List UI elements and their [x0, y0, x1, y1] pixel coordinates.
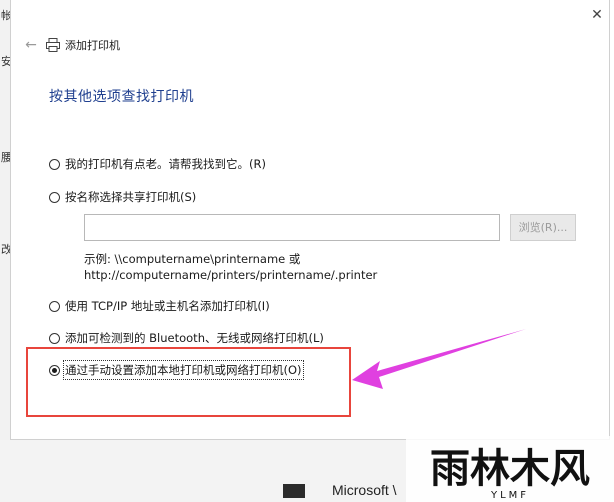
- option-label: 我的打印机有点老。请帮我找到它。(R): [65, 157, 266, 171]
- printer-icon: [46, 38, 60, 52]
- taskbar-app-label[interactable]: Microsoft \: [332, 482, 397, 498]
- option-tcpip-hostname[interactable]: 使用 TCP/IP 地址或主机名添加打印机(I): [49, 298, 270, 314]
- page-heading: 按其他选项查找打印机: [49, 89, 194, 105]
- option-label: 添加可检测到的 Bluetooth、无线或网络打印机(L): [65, 331, 324, 345]
- highlight-annotation-box: [26, 347, 351, 417]
- dialog-title: 添加打印机: [65, 39, 120, 52]
- radio-button[interactable]: [49, 158, 60, 170]
- close-button[interactable]: ✕: [586, 6, 608, 24]
- example-path-line-2: http://computername/printers/printername…: [84, 268, 378, 282]
- svg-text:YLMF: YLMF: [490, 490, 529, 501]
- annotation-arrow-icon: [352, 329, 526, 389]
- option-bluetooth-wireless-network[interactable]: 添加可检测到的 Bluetooth、无线或网络打印机(L): [49, 330, 324, 346]
- option-shared-printer-by-name[interactable]: 按名称选择共享打印机(S): [49, 189, 196, 205]
- svg-text:雨林木风: 雨林木风: [430, 446, 590, 492]
- example-path-line-1: 示例: \\computername\printername 或: [84, 252, 301, 266]
- option-label: 按名称选择共享打印机(S): [65, 190, 197, 204]
- option-printer-old[interactable]: 我的打印机有点老。请帮我找到它。(R): [49, 156, 266, 172]
- option-label: 使用 TCP/IP 地址或主机名添加打印机(I): [65, 299, 270, 313]
- back-arrow-icon[interactable]: ←: [21, 37, 41, 53]
- radio-button[interactable]: [49, 191, 60, 203]
- taskbar-app-icon[interactable]: [283, 484, 305, 498]
- radio-button[interactable]: [49, 300, 60, 312]
- shared-printer-name-input[interactable]: [84, 214, 500, 241]
- dialog-titlebar: ← 添加打印机: [21, 34, 120, 56]
- radio-button[interactable]: [49, 332, 60, 344]
- close-icon: ✕: [591, 7, 603, 23]
- watermark-logo: 雨林木风 YLMF: [406, 436, 614, 502]
- browse-button[interactable]: 浏览(R)...: [510, 214, 576, 241]
